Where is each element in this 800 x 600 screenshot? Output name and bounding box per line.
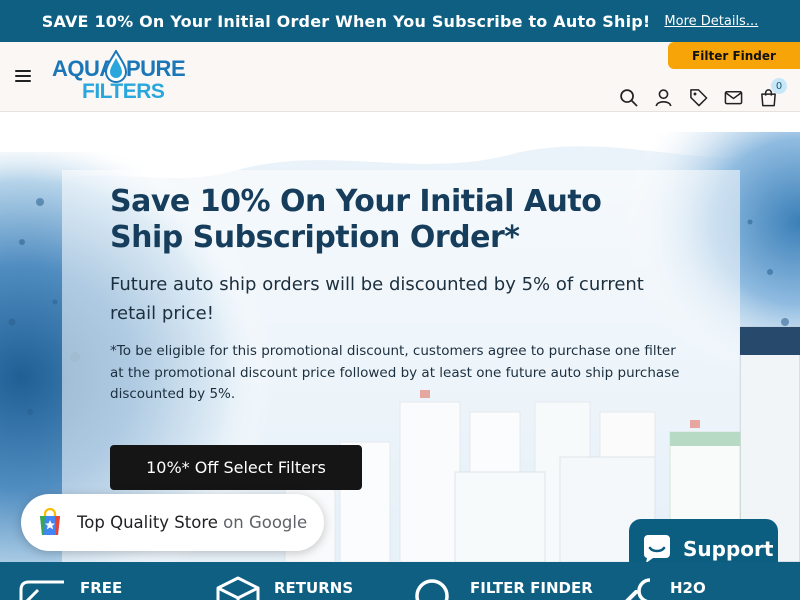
menu-icon[interactable]	[15, 70, 31, 82]
logo-word-filters: FILTERS	[82, 80, 165, 103]
truck-icon	[19, 580, 64, 600]
promo-bar: SAVE 10% On Your Initial Order When You …	[0, 0, 800, 42]
chat-bubble-icon	[643, 534, 670, 563]
cart-icon[interactable]: 0	[759, 78, 787, 107]
tag-icon[interactable]	[689, 88, 708, 107]
google-badge-text: Top Quality Store on Google	[77, 513, 307, 532]
filter-finder-button[interactable]: Filter Finder	[668, 42, 800, 69]
site-header: AQUA PURE FILTERS Filter Finder 0	[0, 42, 800, 112]
water-drop-icon	[104, 50, 128, 83]
google-shopping-icon	[40, 507, 60, 535]
features-bar: FREE RETURNS FILTER FINDER H2O	[0, 562, 800, 600]
hero-fine-print: *To be eligible for this promotional dis…	[110, 343, 680, 402]
logo-word-pure: PURE	[126, 56, 186, 81]
account-icon[interactable]	[654, 88, 673, 107]
google-store-badge[interactable]: Top Quality Store on Google	[21, 494, 324, 551]
feature-free-label: FREE	[80, 579, 123, 597]
promo-text: SAVE 10% On Your Initial Order When You …	[41, 11, 651, 31]
magnifier-icon	[415, 579, 449, 600]
header-icons: 0	[619, 78, 787, 107]
wrench-icon	[625, 578, 651, 600]
google-badge-main: Top Quality Store	[77, 513, 218, 532]
feature-h2o-label: H2O	[670, 579, 706, 597]
more-details-link[interactable]: More Details...	[664, 14, 758, 29]
hero-title: Save 10% On Your Initial Auto Ship Subsc…	[110, 184, 602, 255]
search-icon[interactable]	[619, 88, 638, 107]
mail-icon[interactable]	[724, 88, 743, 107]
feature-filter-finder-label: FILTER FINDER	[470, 579, 593, 597]
logo[interactable]: AQUA PURE FILTERS	[52, 50, 186, 106]
support-label: Support	[683, 536, 774, 561]
feature-returns-label: RETURNS	[274, 579, 354, 597]
google-badge-secondary: on Google	[223, 513, 308, 532]
select-filters-button[interactable]: 10%* Off Select Filters	[110, 445, 362, 490]
hero-subtitle: Future auto ship orders will be discount…	[110, 274, 644, 324]
box-icon	[216, 576, 260, 600]
cart-count-badge: 0	[771, 78, 787, 94]
